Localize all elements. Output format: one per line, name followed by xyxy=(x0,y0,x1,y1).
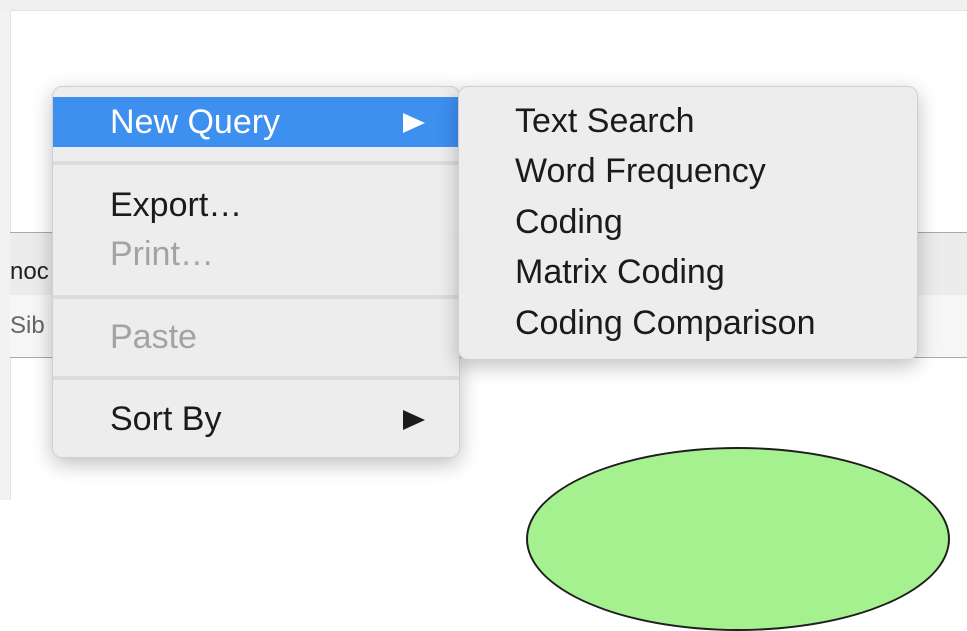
green-ellipse-shape[interactable] xyxy=(526,447,950,631)
menu-item-label: Print… xyxy=(110,235,214,273)
submenu-item-label: Word Frequency xyxy=(515,152,766,190)
menu-item-export[interactable]: Export… xyxy=(53,180,459,230)
window-top-bar xyxy=(0,0,967,11)
menu-item-label: New Query xyxy=(110,103,281,141)
menu-item-new-query[interactable]: New Query xyxy=(53,97,459,147)
menu-separator xyxy=(53,376,459,380)
submenu-item-matrix-coding[interactable]: Matrix Coding xyxy=(459,247,917,297)
submenu-item-coding[interactable]: Coding xyxy=(459,197,917,247)
new-query-submenu: Text Search Word Frequency Coding Matrix… xyxy=(458,86,918,360)
menu-item-print: Print… xyxy=(53,229,459,279)
menu-item-paste: Paste xyxy=(53,312,459,362)
menu-item-label: Paste xyxy=(110,318,197,356)
submenu-arrow-icon xyxy=(403,410,425,430)
menu-item-label: Sort By xyxy=(110,400,222,438)
menu-item-sort-by[interactable]: Sort By xyxy=(53,394,459,444)
submenu-item-label: Coding xyxy=(515,203,623,241)
context-menu: New Query Export… Print… Paste Sort By xyxy=(52,86,460,458)
menu-separator xyxy=(53,161,459,165)
menu-item-label: Export… xyxy=(110,186,243,224)
submenu-item-text-search[interactable]: Text Search xyxy=(459,96,917,146)
submenu-item-label: Coding Comparison xyxy=(515,304,816,342)
submenu-item-label: Text Search xyxy=(515,102,695,140)
submenu-item-word-frequency[interactable]: Word Frequency xyxy=(459,146,917,196)
list-sub-text: Sib xyxy=(10,312,45,339)
list-header-text: noc xyxy=(10,258,49,285)
submenu-item-label: Matrix Coding xyxy=(515,253,725,291)
submenu-arrow-icon xyxy=(403,113,425,133)
menu-separator xyxy=(53,295,459,299)
submenu-item-coding-comparison[interactable]: Coding Comparison xyxy=(459,298,917,348)
